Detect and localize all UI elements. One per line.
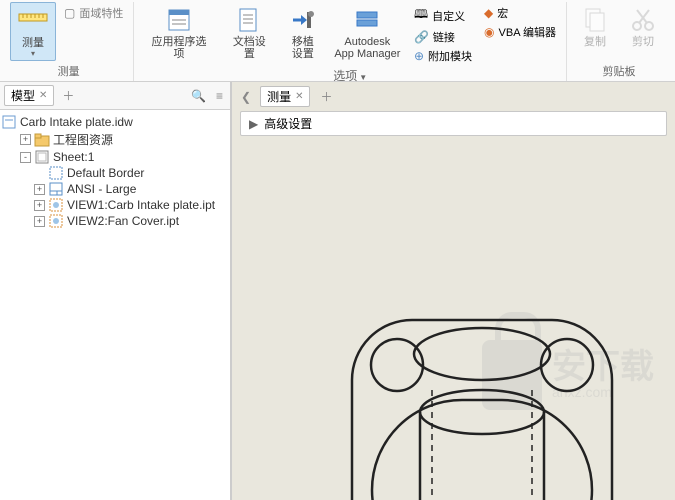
- cut-label: 剪切: [632, 36, 654, 48]
- drawing-view: [322, 300, 675, 500]
- canvas-area: ❮ 测量 ✕ ＋ ▶ 高级设置 安下载 anxz.com: [232, 82, 675, 500]
- addons-icon: ⊕: [414, 49, 424, 63]
- migrate-icon: [287, 4, 319, 36]
- cut-icon: [627, 4, 659, 36]
- tab-model-label: 模型: [11, 87, 35, 104]
- area-properties-button[interactable]: ▢ 面域特性: [60, 4, 127, 22]
- app-manager-icon: [351, 4, 383, 36]
- close-icon[interactable]: ✕: [295, 91, 303, 102]
- expand-toggle[interactable]: +: [34, 216, 45, 227]
- tree-item[interactable]: + VIEW1:Carb Intake plate.ipt: [2, 197, 228, 213]
- measure-button[interactable]: 测量 ▾: [10, 2, 56, 61]
- macro-icon: ◆: [484, 6, 493, 20]
- ribbon-group-measure: 测量 ▾ ▢ 面域特性 测量: [4, 2, 134, 81]
- tab-measure-label: 测量: [267, 88, 291, 105]
- tree-item-label: VIEW1:Carb Intake plate.ipt: [67, 198, 215, 212]
- model-tree: Carb Intake plate.idw + 工程图资源 - Sheet:1 Defa…: [0, 110, 230, 233]
- doc-settings-button[interactable]: 文档设置: [222, 2, 277, 62]
- copy-icon: [579, 4, 611, 36]
- border-icon: [49, 166, 63, 180]
- ribbon-group-clipboard: 复制 剪切 剪贴板: [567, 2, 671, 81]
- cut-button[interactable]: 剪切: [621, 2, 665, 50]
- tree-item-label: Sheet:1: [53, 150, 94, 164]
- expand-toggle[interactable]: -: [20, 152, 31, 163]
- expand-toggle[interactable]: +: [20, 134, 31, 145]
- ruler-icon: [17, 5, 49, 37]
- search-icon[interactable]: 🔍: [188, 89, 209, 103]
- folder-icon: [35, 133, 49, 147]
- vba-editor-button[interactable]: ◉ VBA 编辑器: [480, 23, 560, 41]
- tab-model[interactable]: 模型 ✕: [4, 85, 54, 106]
- addons-button[interactable]: ⊕ 附加模块: [410, 47, 476, 65]
- link-button[interactable]: 🔗 链接: [410, 28, 476, 46]
- add-tab-button[interactable]: ＋: [58, 87, 78, 104]
- clipboard-group-title: 剪贴板: [603, 61, 636, 81]
- copy-label: 复制: [584, 36, 606, 48]
- expand-toggle[interactable]: +: [34, 184, 45, 195]
- advanced-settings-toggle[interactable]: ▶ 高级设置: [240, 111, 667, 136]
- view-icon: [49, 198, 63, 212]
- measure-label: 测量: [22, 37, 44, 49]
- workspace: 模型 ✕ ＋ 🔍 ≡ Carb Intake plate.idw +工程图资源-…: [0, 82, 675, 500]
- close-icon[interactable]: ✕: [39, 90, 47, 101]
- canvas-tabstrip: ❮ 测量 ✕ ＋: [232, 82, 675, 111]
- addons-label: 附加模块: [428, 48, 472, 64]
- tree-item-label: VIEW2:Fan Cover.ipt: [67, 214, 179, 228]
- advanced-settings-label: 高级设置: [264, 115, 312, 132]
- sidebar-tabstrip: 模型 ✕ ＋ 🔍 ≡: [0, 82, 230, 110]
- link-label: 链接: [433, 29, 455, 45]
- sheet-icon: [35, 150, 49, 164]
- tree-item-label: ANSI - Large: [67, 182, 136, 196]
- ribbon-toolbar: 测量 ▾ ▢ 面域特性 测量 应用程序选项: [0, 0, 675, 82]
- customize-icon: 🕮: [414, 5, 428, 26]
- tree-root[interactable]: Carb Intake plate.idw: [2, 114, 228, 130]
- copy-button[interactable]: 复制: [573, 2, 617, 50]
- link-icon: 🔗: [414, 30, 429, 44]
- tree-item[interactable]: Default Border: [2, 165, 228, 181]
- macro-button[interactable]: ◆ 宏: [480, 4, 560, 22]
- migrate-label: 移植 设置: [292, 36, 314, 60]
- doc-settings-label: 文档设置: [228, 36, 271, 60]
- view-icon: [49, 214, 63, 228]
- app-options-button[interactable]: 应用程序选项: [140, 2, 217, 62]
- customize-label: 自定义: [432, 8, 465, 24]
- model-browser-panel: 模型 ✕ ＋ 🔍 ≡ Carb Intake plate.idw +工程图资源-…: [0, 82, 232, 500]
- tree-item-label: 工程图资源: [53, 131, 113, 148]
- app-manager-button[interactable]: Autodesk App Manager: [329, 2, 406, 62]
- menu-icon[interactable]: ≡: [213, 89, 226, 103]
- add-panel-tab-button[interactable]: ＋: [316, 88, 336, 105]
- drawing-file-icon: [2, 115, 16, 129]
- ribbon-group-options: 应用程序选项 文档设置 移植 设置 Autodesk App Manager: [134, 2, 567, 81]
- expand-toggle: [34, 168, 45, 179]
- drawing-canvas[interactable]: 安下载 anxz.com: [232, 140, 675, 500]
- migrate-button[interactable]: 移植 设置: [281, 2, 325, 62]
- expand-toggle[interactable]: +: [34, 200, 45, 211]
- app-manager-label: Autodesk App Manager: [334, 36, 400, 60]
- chevron-down-icon[interactable]: ▼: [359, 73, 367, 82]
- titleblock-icon: [49, 182, 63, 196]
- customize-button[interactable]: 🕮 自定义: [410, 4, 476, 27]
- app-options-icon: [163, 4, 195, 36]
- tree-item[interactable]: + VIEW2:Fan Cover.ipt: [2, 213, 228, 229]
- measure-group-title: 测量: [58, 61, 80, 81]
- area-icon: ▢: [64, 6, 75, 20]
- tree-root-label: Carb Intake plate.idw: [20, 115, 133, 129]
- macro-label: 宏: [497, 5, 508, 21]
- chevron-right-icon: ▶: [249, 117, 258, 131]
- chevron-left-icon[interactable]: ❮: [238, 90, 254, 104]
- tree-item[interactable]: - Sheet:1: [2, 149, 228, 165]
- tree-item[interactable]: + 工程图资源: [2, 130, 228, 149]
- doc-settings-icon: [233, 4, 265, 36]
- tree-item[interactable]: + ANSI - Large: [2, 181, 228, 197]
- area-props-label: 面域特性: [79, 5, 123, 21]
- tab-measure-panel[interactable]: 测量 ✕: [260, 86, 310, 107]
- vba-icon: ◉: [484, 25, 494, 39]
- tree-item-label: Default Border: [67, 166, 144, 180]
- vba-label: VBA 编辑器: [499, 24, 556, 40]
- app-options-label: 应用程序选项: [146, 36, 211, 60]
